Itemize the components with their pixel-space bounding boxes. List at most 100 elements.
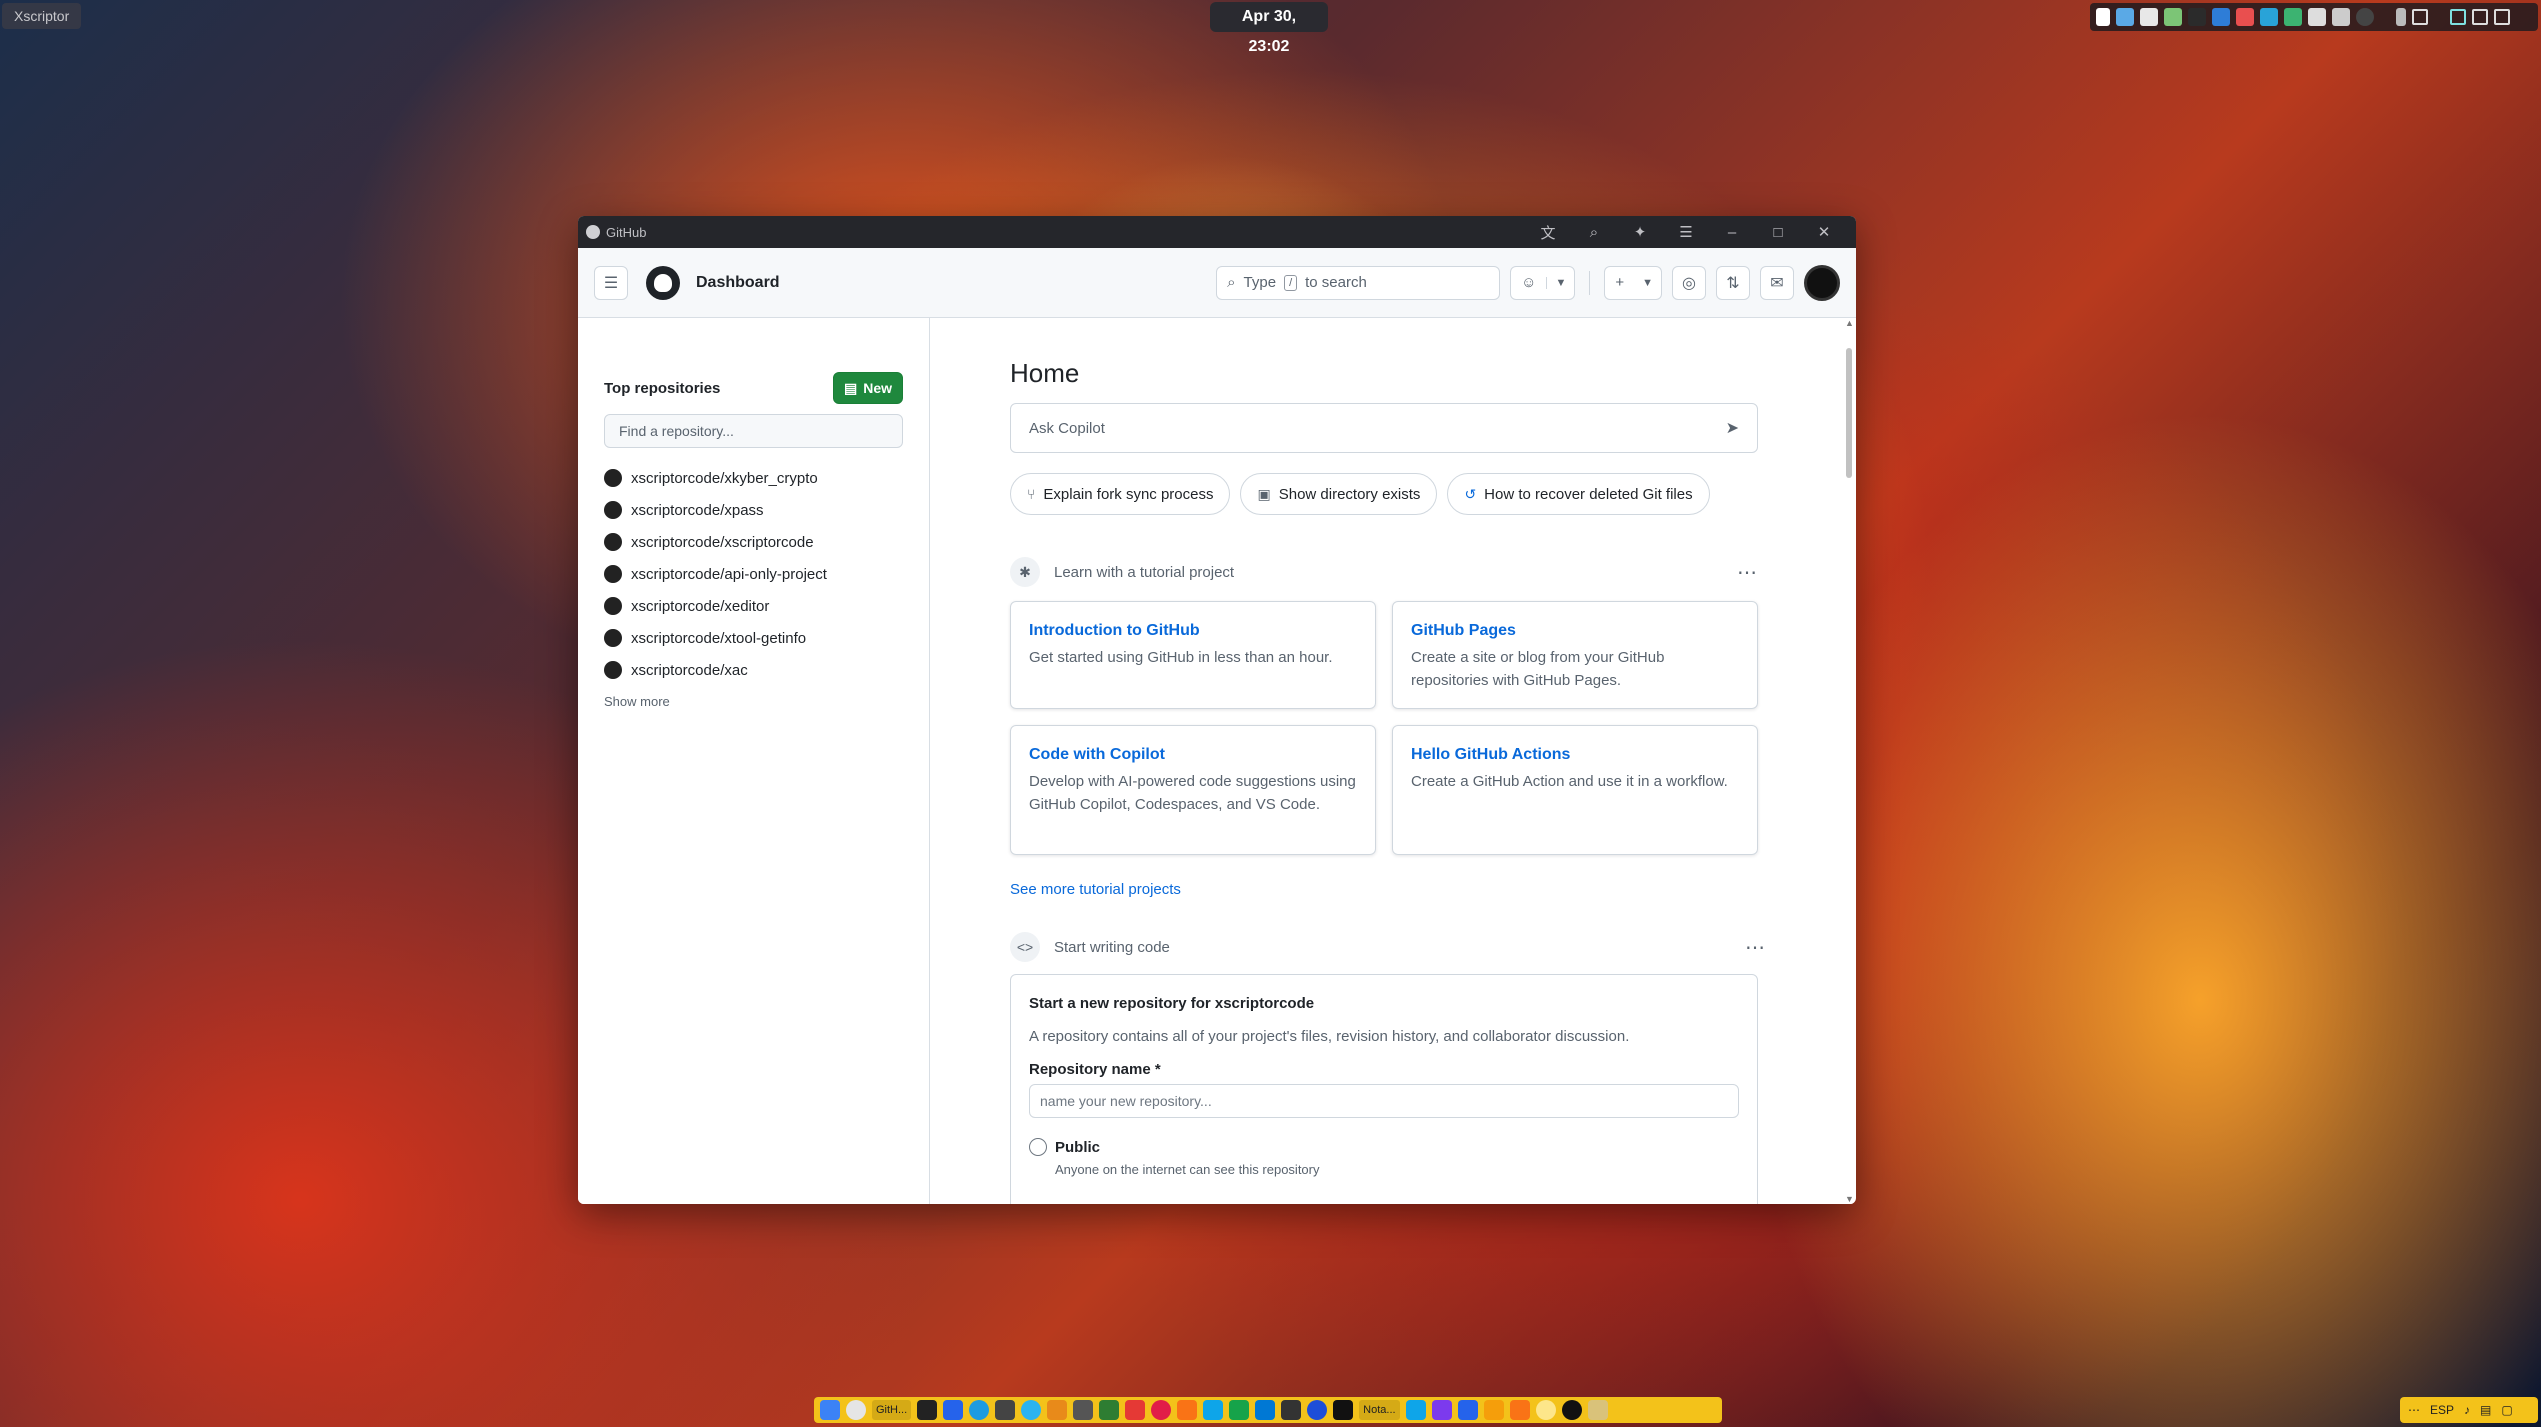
- scroll-up-icon[interactable]: ▲: [1845, 318, 1854, 328]
- layout-icon[interactable]: [2494, 9, 2510, 25]
- tutorial-card[interactable]: Hello GitHub Actions Create a GitHub Act…: [1392, 725, 1758, 855]
- tray-app-icon[interactable]: [2356, 8, 2374, 26]
- window-titlebar[interactable]: GitHub 文 ⌕ ✦ ☰ – □ ✕: [578, 216, 1856, 248]
- terminal-app-icon[interactable]: [1333, 1400, 1354, 1420]
- repo-link[interactable]: xscriptorcode/xac: [631, 662, 748, 679]
- tutorial-card[interactable]: Code with Copilot Develop with AI-powere…: [1010, 725, 1376, 855]
- scroll-down-icon[interactable]: ▼: [1845, 1194, 1854, 1204]
- tray-app-icon[interactable]: [2188, 8, 2206, 26]
- scrollbar-thumb[interactable]: [1846, 348, 1852, 478]
- youtube-icon[interactable]: [1125, 1400, 1146, 1420]
- overflow-icon[interactable]: ⋯: [2408, 1403, 2420, 1417]
- repo-link[interactable]: xscriptorcode/api-only-project: [631, 566, 827, 583]
- app-icon[interactable]: [1587, 1400, 1608, 1420]
- workspace-app-tag[interactable]: Xscriptor: [2, 3, 82, 29]
- suggestion-chip[interactable]: ↺ How to recover deleted Git files: [1447, 473, 1710, 515]
- tray-app-icon[interactable]: [2260, 8, 2278, 26]
- repo-link[interactable]: xscriptorcode/xtool-getinfo: [631, 630, 806, 647]
- card-title[interactable]: Introduction to GitHub: [1029, 622, 1357, 640]
- find-repository-input[interactable]: Find a repository...: [604, 414, 903, 448]
- issues-icon[interactable]: ◎: [1672, 265, 1706, 300]
- app-icon[interactable]: [917, 1400, 938, 1420]
- more-options-icon[interactable]: ⋯: [1745, 935, 1766, 960]
- app-icon[interactable]: [1073, 1400, 1094, 1420]
- ask-copilot-input[interactable]: Ask Copilot ➤: [1010, 403, 1758, 453]
- list-item[interactable]: xscriptorcode/api-only-project: [604, 558, 903, 590]
- create-new-button[interactable]: + ▼: [1604, 265, 1662, 300]
- app-icon[interactable]: [943, 1400, 964, 1420]
- app-icon[interactable]: [995, 1400, 1016, 1420]
- more-options-icon[interactable]: ⋯: [1737, 560, 1758, 585]
- app-icon[interactable]: [1509, 1400, 1530, 1420]
- tray-app-icon[interactable]: [2284, 8, 2302, 26]
- zoom-icon[interactable]: ⌕: [1584, 224, 1604, 241]
- maximize-icon[interactable]: □: [1768, 224, 1788, 241]
- repo-link[interactable]: xscriptorcode/xeditor: [631, 598, 769, 615]
- repo-link[interactable]: xscriptorcode/xscriptorcode: [631, 534, 814, 551]
- search-input[interactable]: ⌕ Type / to search: [1216, 265, 1501, 300]
- tutorial-card[interactable]: Introduction to GitHub Get started using…: [1010, 601, 1376, 709]
- public-label[interactable]: Public: [1055, 1139, 1100, 1156]
- list-item[interactable]: xscriptorcode/xeditor: [604, 590, 903, 622]
- copilot-icon[interactable]: ☺: [1511, 274, 1546, 291]
- avatar[interactable]: [1804, 264, 1840, 301]
- chevron-down-icon[interactable]: ▼: [1634, 277, 1661, 289]
- app-icon[interactable]: [1561, 1400, 1582, 1420]
- vertical-scrollbar[interactable]: ▲ ▼: [1844, 318, 1854, 1204]
- close-icon[interactable]: ✕: [1814, 223, 1834, 241]
- app-icon[interactable]: [1047, 1400, 1068, 1420]
- show-more-link[interactable]: Show more: [604, 694, 903, 709]
- extensions-icon[interactable]: ✦: [1630, 223, 1650, 241]
- layout-icon[interactable]: [2450, 9, 2466, 25]
- vscode-icon[interactable]: [1255, 1400, 1276, 1420]
- app-icon[interactable]: [1151, 1400, 1172, 1420]
- tutorial-card[interactable]: GitHub Pages Create a site or blog from …: [1392, 601, 1758, 709]
- suggestion-chip[interactable]: ⑂ Explain fork sync process: [1010, 473, 1231, 515]
- translate-icon[interactable]: 文: [1538, 222, 1558, 243]
- network-icon[interactable]: ▤: [2480, 1403, 2491, 1417]
- onenote-icon[interactable]: [1431, 1400, 1452, 1420]
- layout-icon[interactable]: [2472, 9, 2488, 25]
- card-title[interactable]: Hello GitHub Actions: [1411, 746, 1739, 764]
- repo-link[interactable]: xscriptorcode/xkyber_crypto: [631, 470, 818, 487]
- volume-icon[interactable]: ♪: [2464, 1403, 2470, 1417]
- app-icon[interactable]: [846, 1400, 866, 1420]
- word-icon[interactable]: [1457, 1400, 1478, 1420]
- list-item[interactable]: xscriptorcode/xtool-getinfo: [604, 622, 903, 654]
- public-radio[interactable]: [1029, 1138, 1047, 1156]
- list-item[interactable]: xscriptorcode/xscriptorcode: [604, 526, 903, 558]
- taskbar-item-notes[interactable]: Nota...: [1359, 1400, 1400, 1420]
- menu-icon[interactable]: ☰: [1676, 223, 1696, 241]
- copilot-button[interactable]: ☺ ▼: [1510, 265, 1576, 300]
- list-item[interactable]: xscriptorcode/xac: [604, 654, 903, 686]
- hamburger-menu-button[interactable]: ☰: [594, 265, 628, 300]
- list-item[interactable]: xscriptorcode/xkyber_crypto: [604, 462, 903, 494]
- notification-icon[interactable]: ▢: [2501, 1403, 2512, 1417]
- app-icon[interactable]: [1483, 1400, 1504, 1420]
- minimize-icon[interactable]: –: [1722, 224, 1742, 241]
- keyboard-layout[interactable]: ESP: [2430, 1403, 2454, 1417]
- app-icon[interactable]: [1021, 1400, 1042, 1420]
- files-app-icon[interactable]: [820, 1400, 840, 1420]
- tray-app-icon[interactable]: [2308, 8, 2326, 26]
- bluetooth-icon[interactable]: [2212, 8, 2230, 26]
- tray-app-icon[interactable]: [2164, 8, 2182, 26]
- send-icon[interactable]: ➤: [1726, 418, 1739, 438]
- edge-icon[interactable]: [1307, 1400, 1328, 1420]
- layout-icon[interactable]: [2396, 8, 2406, 26]
- card-title[interactable]: GitHub Pages: [1411, 622, 1739, 640]
- clock[interactable]: Apr 30, 23:02: [1210, 2, 1328, 55]
- tray-app-icon[interactable]: [2140, 8, 2158, 26]
- pull-requests-icon[interactable]: ⇅: [1716, 265, 1750, 300]
- tray-app-icon[interactable]: [2236, 8, 2254, 26]
- repo-link[interactable]: xscriptorcode/xpass: [631, 502, 764, 519]
- suggestion-chip[interactable]: ▣ Show directory exists: [1240, 473, 1438, 515]
- page-context-title[interactable]: Dashboard: [696, 274, 780, 292]
- see-more-tutorials-link[interactable]: See more tutorial projects: [1010, 881, 1856, 898]
- layout-icon[interactable]: [2412, 9, 2428, 25]
- new-repository-button[interactable]: ▤ New: [832, 372, 903, 404]
- card-title[interactable]: Code with Copilot: [1029, 746, 1357, 764]
- chevron-down-icon[interactable]: ▼: [1546, 276, 1574, 289]
- list-item[interactable]: xscriptorcode/xpass: [604, 494, 903, 526]
- app-icon[interactable]: [1203, 1400, 1224, 1420]
